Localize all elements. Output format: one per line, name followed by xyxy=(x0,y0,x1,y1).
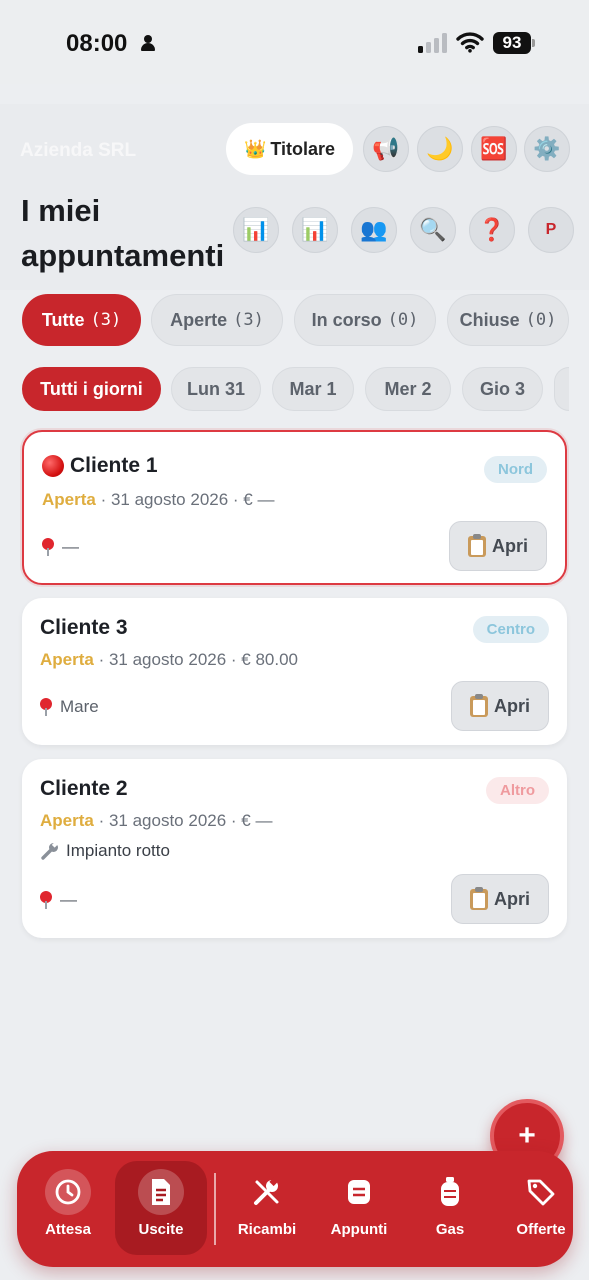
location-text: Mare xyxy=(60,697,99,716)
role-label: Titolare xyxy=(270,138,336,159)
problem-note: Impianto rotto xyxy=(40,841,170,861)
status-label: Aperta xyxy=(40,811,94,830)
date-price: · 31 agosto 2026 · € — xyxy=(95,490,275,509)
location-text: — xyxy=(62,537,79,556)
sos-icon: 🆘 xyxy=(480,136,508,161)
location: Mare xyxy=(40,697,99,717)
sos-button[interactable]: 🆘 xyxy=(471,126,517,172)
appointment-card[interactable]: Cliente 2 Altro Aperta · 31 agosto 2026 … xyxy=(22,759,567,938)
client-name: Cliente 2 xyxy=(40,777,128,800)
notes-icon xyxy=(336,1169,382,1215)
profile-button[interactable]: P xyxy=(528,207,574,253)
client-name: Cliente 1 xyxy=(70,454,158,477)
question-icon: ❓ xyxy=(478,217,506,242)
megaphone-icon: 📢 xyxy=(372,136,400,161)
wifi-icon xyxy=(456,32,484,53)
document-icon xyxy=(138,1169,184,1215)
open-button[interactable]: Apri xyxy=(451,681,549,731)
search-button[interactable]: 🔍 xyxy=(410,207,456,253)
help-button[interactable]: ❓ xyxy=(469,207,515,253)
nav-attesa[interactable]: Attesa xyxy=(22,1161,114,1255)
nav-uscite[interactable]: Uscite xyxy=(115,1161,207,1255)
dark-mode-button[interactable]: 🌙 xyxy=(417,126,463,172)
card-title: Cliente 3 xyxy=(40,616,128,640)
appointment-card[interactable]: Cliente 3 Centro Aperta · 31 agosto 2026… xyxy=(22,598,567,745)
day-wed-2[interactable]: Mer 2 xyxy=(365,367,451,411)
nav-divider xyxy=(214,1173,216,1245)
stats-button-2[interactable]: 📊 xyxy=(292,207,338,253)
client-name: Cliente 3 xyxy=(40,616,128,639)
status-label: Aperta xyxy=(40,650,94,669)
battery-icon: 93 xyxy=(493,32,535,54)
open-button[interactable]: Apri xyxy=(449,521,547,571)
signal-icon xyxy=(418,33,448,53)
location: — xyxy=(40,890,77,910)
appointment-card[interactable]: Cliente 1 Nord Aperta · 31 agosto 2026 ·… xyxy=(22,430,567,585)
clipboard-icon xyxy=(470,886,488,910)
status-label: Aperta xyxy=(42,490,96,509)
person-icon xyxy=(141,35,155,51)
settings-button[interactable]: ⚙️ xyxy=(524,126,570,172)
nav-appunti[interactable]: Appunti xyxy=(313,1161,405,1255)
wrench-icon xyxy=(41,841,59,860)
zone-badge: Nord xyxy=(484,456,547,483)
filter-closed[interactable]: Chiuse (0) xyxy=(447,294,569,346)
filter-all[interactable]: Tutte (3) xyxy=(22,294,141,346)
location-text: — xyxy=(60,890,77,909)
filter-in-progress[interactable]: In corso (0) xyxy=(294,294,436,346)
zone-badge: Centro xyxy=(472,616,549,643)
crown-icon: 👑 xyxy=(243,138,267,159)
role-button[interactable]: 👑 Titolare xyxy=(226,123,353,175)
moon-icon: 🌙 xyxy=(426,136,454,161)
company-name: Azienda SRL xyxy=(20,140,137,161)
search-icon: 🔍 xyxy=(419,217,447,242)
users-icon: 👥 xyxy=(360,217,388,242)
announcement-button[interactable]: 📢 xyxy=(363,126,409,172)
date-price: · 31 agosto 2026 · € — xyxy=(93,811,273,830)
stats-button[interactable]: 📊 xyxy=(233,207,279,253)
bottom-navigation: Attesa Uscite Ricambi Appunti Gas Offert… xyxy=(17,1151,573,1267)
nav-gas[interactable]: Gas xyxy=(404,1161,496,1255)
zone-badge: Altro xyxy=(486,777,549,804)
pin-icon xyxy=(40,698,52,716)
day-mon-31[interactable]: Lun 31 xyxy=(171,367,261,411)
card-title: Cliente 1 xyxy=(42,454,158,478)
profile-initial: P xyxy=(545,221,557,238)
location: — xyxy=(42,537,79,557)
day-tue-1[interactable]: Mar 1 xyxy=(272,367,354,411)
page-title: I miei appuntamenti xyxy=(21,193,225,273)
card-meta: Aperta · 31 agosto 2026 · € — xyxy=(40,811,272,831)
plus-icon: + xyxy=(518,1119,536,1152)
gear-icon: ⚙️ xyxy=(533,136,561,161)
tools-icon xyxy=(244,1169,290,1215)
note-text: Impianto rotto xyxy=(66,841,170,860)
clock-icon xyxy=(45,1169,91,1215)
open-button[interactable]: Apri xyxy=(451,874,549,924)
filter-open[interactable]: Aperte (3) xyxy=(151,294,283,346)
status-bar: 08:00 93 xyxy=(0,0,589,84)
day-all[interactable]: Tutti i giorni xyxy=(22,367,161,411)
date-price: · 31 agosto 2026 · € 80.00 xyxy=(93,650,299,669)
card-meta: Aperta · 31 agosto 2026 · € — xyxy=(42,490,274,510)
app-header: Azienda SRL 👑 Titolare 📢 🌙 🆘 ⚙️ I miei a… xyxy=(0,104,589,290)
gas-cylinder-icon xyxy=(427,1169,473,1215)
clock-time: 08:00 xyxy=(66,30,128,57)
card-title: Cliente 2 xyxy=(40,777,128,801)
clipboard-icon xyxy=(470,693,488,717)
card-meta: Aperta · 31 agosto 2026 · € 80.00 xyxy=(40,650,298,670)
red-circle-icon xyxy=(42,455,64,477)
nav-ricambi[interactable]: Ricambi xyxy=(221,1161,313,1255)
clipboard-icon xyxy=(468,533,486,557)
team-button[interactable]: 👥 xyxy=(351,207,397,253)
pin-icon xyxy=(42,538,54,556)
bar-chart-icon: 📊 xyxy=(242,217,270,242)
nav-offerte[interactable]: Offerte xyxy=(495,1161,587,1255)
battery-level: 93 xyxy=(493,32,531,54)
day-thu-3[interactable]: Gio 3 xyxy=(462,367,543,411)
bar-chart-icon: 📊 xyxy=(301,217,329,242)
day-more[interactable] xyxy=(554,367,569,411)
tag-icon xyxy=(518,1169,564,1215)
pin-icon xyxy=(40,891,52,909)
